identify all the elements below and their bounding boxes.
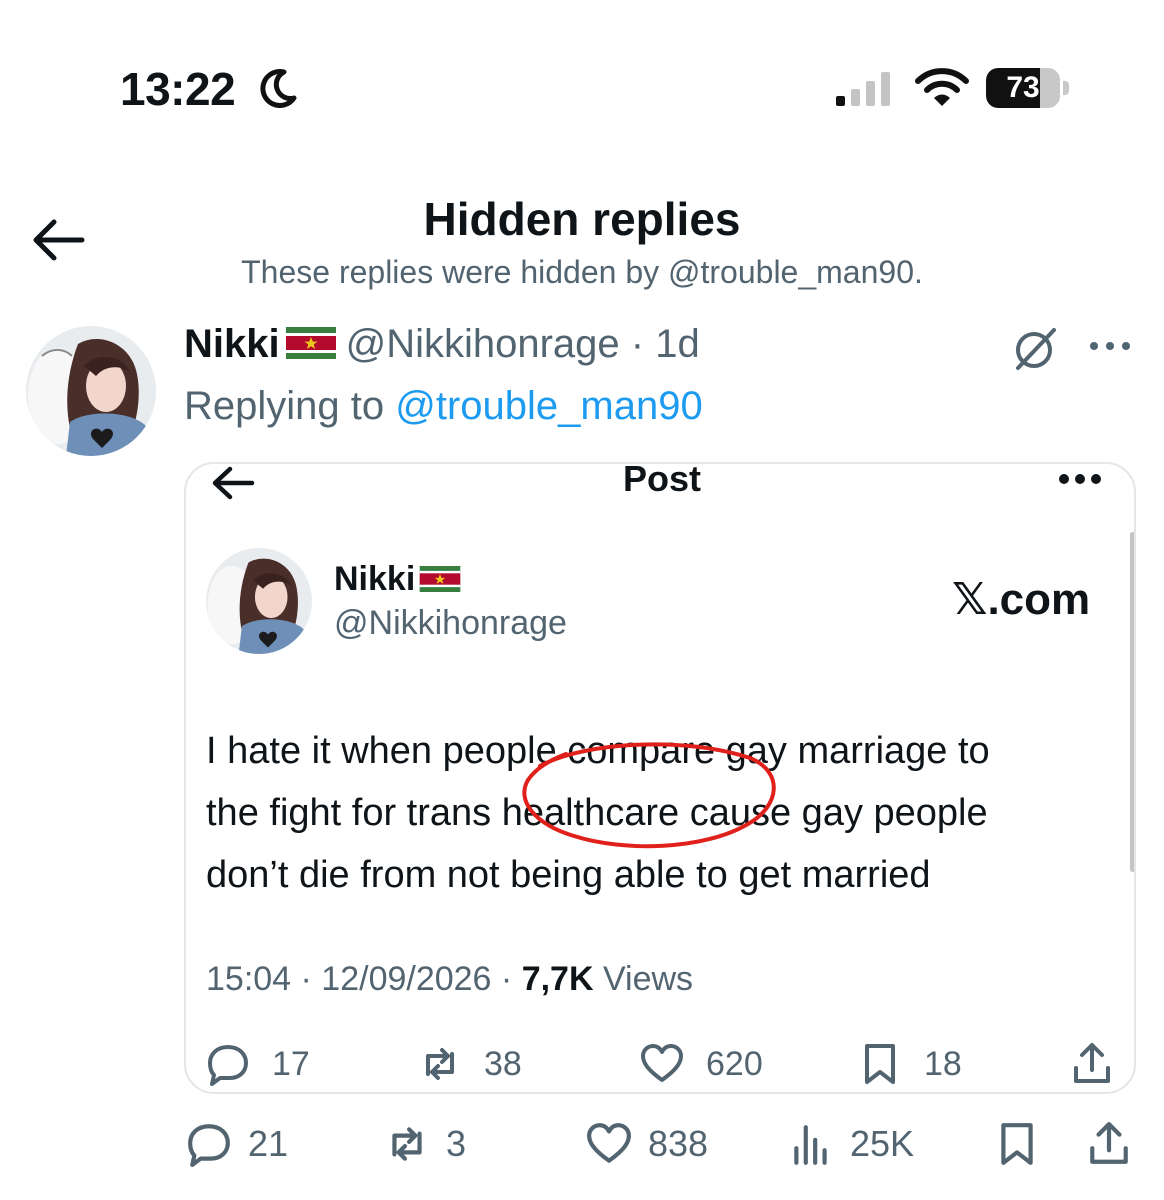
card-more-dots-icon — [1059, 474, 1101, 484]
red-circle-annotation — [522, 742, 776, 849]
author-name[interactable]: Nikki — [184, 322, 280, 366]
card-timestamp: 15:04 · 12/09/2026 · — [206, 960, 522, 998]
heart-icon — [587, 1123, 631, 1163]
card-repost-stat: 38 — [418, 1040, 522, 1088]
card-views-label: Views — [593, 960, 694, 998]
author-handle[interactable]: @Nikkihonrage — [346, 322, 620, 366]
card-share-stat — [1070, 1040, 1134, 1088]
moon-icon — [260, 69, 297, 108]
cellular-signal-icon — [836, 72, 890, 106]
card-heart-icon — [641, 1044, 683, 1082]
views-count: 25K — [850, 1123, 915, 1164]
reply-header: Nikki @Nikkihonrage · 1d — [184, 322, 700, 367]
card-reply-count: 17 — [272, 1044, 310, 1083]
bookmark-icon — [1001, 1123, 1033, 1165]
repost-button[interactable]: 3 — [384, 1120, 466, 1168]
more-dots-icon[interactable] — [1086, 334, 1134, 358]
views-chart-icon — [794, 1125, 827, 1165]
reply-button[interactable]: 21 — [186, 1120, 288, 1168]
card-share-icon — [1074, 1043, 1110, 1083]
page-title: Hidden replies — [423, 193, 741, 245]
status-time: 13:22 — [120, 63, 236, 115]
like-count: 838 — [648, 1123, 709, 1164]
reply-count: 21 — [248, 1123, 289, 1164]
replying-label: Replying to — [184, 384, 385, 428]
like-button[interactable]: 838 — [586, 1120, 708, 1168]
wifi-icon — [915, 68, 969, 106]
separator-dot: · — [630, 322, 645, 366]
card-meta: 15:04 · 12/09/2026 · 7,7K Views — [206, 960, 693, 999]
avatar[interactable] — [26, 326, 156, 456]
card-repost-count: 38 — [484, 1044, 522, 1083]
card-reply-stat: 17 — [206, 1040, 310, 1088]
card-author-name: Nikki — [334, 560, 471, 599]
page-subtitle: These replies were hidden by @trouble_ma… — [241, 254, 923, 290]
reply-action-bar: 21 3 838 25K — [0, 1120, 1164, 1172]
card-like-stat: 620 — [640, 1040, 763, 1088]
card-scrollbar — [1130, 532, 1134, 872]
replying-to: Replying to @trouble_man90 — [184, 384, 703, 429]
card-bookmark-stat: 18 — [858, 1040, 962, 1088]
battery-level: 73 — [1006, 71, 1040, 104]
bookmark-button[interactable] — [994, 1120, 1056, 1168]
card-text-line: don’t die from not being able to get mar… — [206, 854, 931, 896]
card-repost-icon — [426, 1048, 454, 1080]
card-views-count: 7,7K — [521, 960, 594, 998]
post-time[interactable]: 1d — [655, 322, 700, 366]
grok-icon[interactable] — [1012, 326, 1058, 372]
battery-indicator: 73 — [986, 68, 1070, 108]
card-bookmark-icon — [865, 1044, 895, 1084]
x-com-watermark: 𝕏.com — [952, 575, 1091, 624]
replying-handle-link[interactable]: @trouble_man90 — [395, 384, 702, 428]
card-author-name-text: Nikki — [334, 560, 416, 598]
card-like-count: 620 — [706, 1044, 763, 1083]
card-avatar — [206, 548, 312, 654]
card-suriname-flag-icon — [419, 566, 461, 592]
card-bookmark-count: 18 — [924, 1044, 962, 1083]
repost-icon — [392, 1127, 422, 1161]
card-action-bar: 17 38 620 18 — [186, 1040, 1134, 1090]
reply-icon — [188, 1124, 230, 1167]
suriname-flag-icon — [285, 327, 336, 359]
card-title: Post — [622, 462, 701, 499]
views-button[interactable]: 25K — [788, 1120, 914, 1168]
repost-count: 3 — [446, 1123, 467, 1164]
share-button[interactable] — [1086, 1120, 1148, 1168]
card-reply-icon — [208, 1045, 248, 1086]
card-author-handle: @Nikkihonrage — [334, 604, 567, 642]
share-icon — [1090, 1122, 1128, 1164]
embedded-post-image[interactable]: Post Nikki @Nikkihonrage 𝕏.com I hate it… — [184, 462, 1136, 1094]
